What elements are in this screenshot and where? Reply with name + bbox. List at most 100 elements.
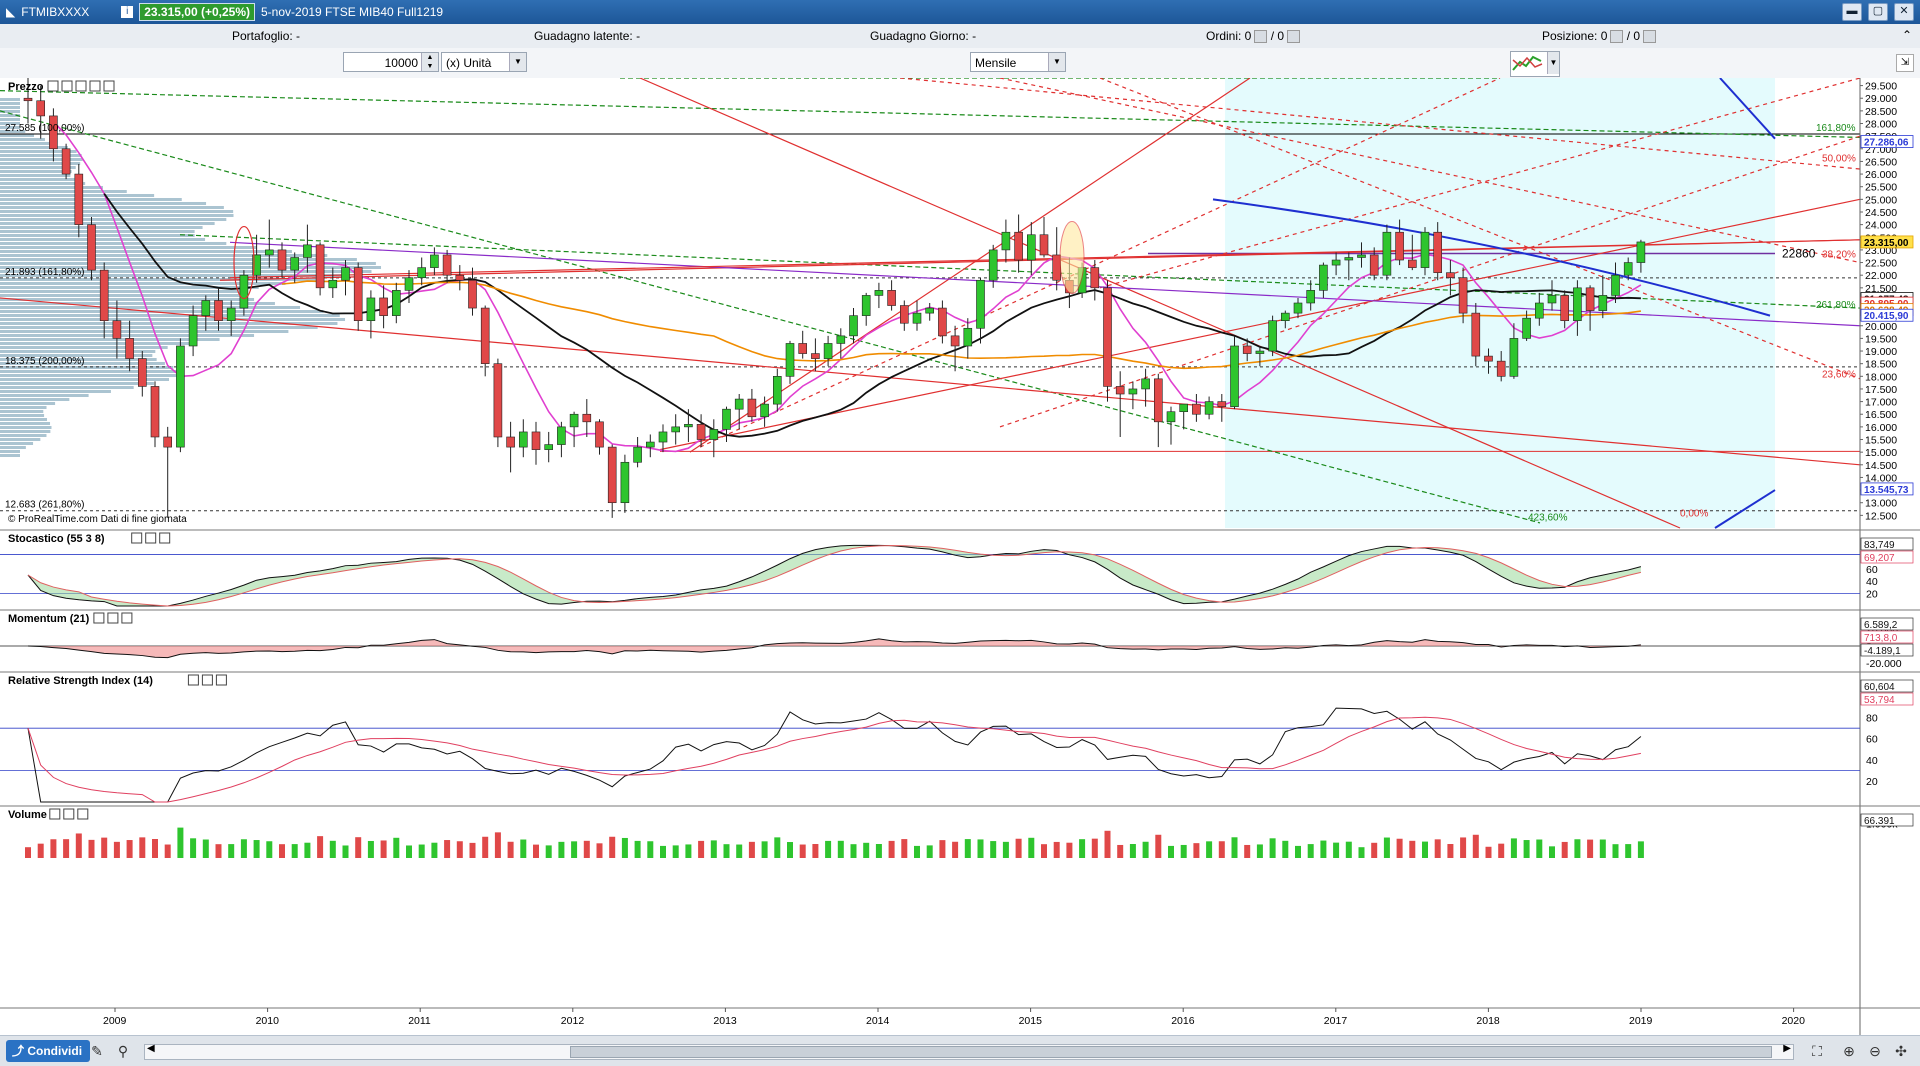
candle-body <box>404 277 414 291</box>
volume-bar <box>1422 841 1428 858</box>
volume-bar <box>139 837 146 858</box>
value-tag-label: 6.589,2 <box>1864 620 1898 631</box>
period-select[interactable]: Mensile ▼ <box>970 52 1066 72</box>
volume-bar <box>406 845 412 858</box>
fib-annotation: 50,00% <box>1822 153 1856 164</box>
quantity-input[interactable]: 10000 ▲ ▼ <box>343 52 439 72</box>
candle-body <box>1547 295 1557 304</box>
volume-bar <box>1041 844 1047 858</box>
volume-profile-bar <box>0 206 224 209</box>
app-menu-icon[interactable]: ◣ <box>6 5 15 19</box>
toolbar-expand-icon[interactable]: ⇲ <box>1896 54 1914 72</box>
value-tag-label: 53,794 <box>1864 695 1895 706</box>
indicator-icon[interactable]: ⚲ <box>114 1042 132 1060</box>
zoom-out-icon[interactable]: ⊖ <box>1866 1042 1884 1060</box>
scroll-left-icon[interactable]: ◀ <box>147 1043 155 1054</box>
candle-body <box>366 297 376 321</box>
volume-bar <box>25 847 31 858</box>
position-detail-icon[interactable] <box>1643 30 1657 44</box>
volume-profile-bar <box>0 302 275 305</box>
volume-profile-bar <box>0 214 234 217</box>
close-icon <box>75 80 87 92</box>
quantity-stepper[interactable]: ▲ ▼ <box>421 53 438 71</box>
volume-bar <box>1383 837 1390 858</box>
reset-view-icon[interactable]: ✣ <box>1892 1042 1910 1060</box>
unit-select[interactable]: (x) Unità ▼ <box>441 52 527 72</box>
wrench-icon <box>93 612 105 624</box>
candle-body <box>1522 317 1531 339</box>
y-tick-label: 28.500 <box>1865 106 1897 118</box>
panel-expand-icon[interactable]: ⌃ <box>1902 28 1912 42</box>
price-chart[interactable]: Prezzo © ProRealTime.com Dati di fine gio… <box>0 77 1920 1035</box>
volume-profile-bar <box>0 202 207 205</box>
candle-body <box>112 320 122 339</box>
orders-close-icon[interactable] <box>1254 30 1268 44</box>
candle-body <box>391 290 401 316</box>
indicator-panel: Relative Strength Index (14)100806040206… <box>0 671 1920 803</box>
volume-profile-bar <box>0 446 26 449</box>
candle-body <box>582 413 592 423</box>
price-panel-title: Prezzo <box>8 81 44 93</box>
volume-bar <box>507 841 514 858</box>
share-button[interactable]: ⤴ Condividi <box>6 1040 91 1062</box>
zoom-in-icon[interactable]: ⊕ <box>1840 1042 1858 1060</box>
x-tick-label: 2012 <box>561 1015 585 1027</box>
maximize-button[interactable]: ▢ <box>1868 3 1888 21</box>
info-icon[interactable]: i <box>121 6 134 18</box>
candle-body <box>74 173 84 225</box>
candle-body <box>455 274 465 281</box>
candle-body <box>1115 386 1125 395</box>
y-tick-label: 15.500 <box>1865 435 1897 447</box>
candle-body <box>1382 231 1392 276</box>
candle-body <box>722 408 731 430</box>
candle-body <box>836 335 846 344</box>
volume-bar <box>50 839 57 858</box>
scroll-right-icon[interactable]: ▶ <box>1783 1043 1791 1054</box>
zoom-area-icon[interactable]: ⛶ <box>1808 1042 1826 1060</box>
volume-bar <box>113 841 120 858</box>
volume-profile-bar <box>0 414 45 417</box>
drawing-tool-icon[interactable]: ✎ <box>88 1042 106 1060</box>
chart-area[interactable]: Prezzo © ProRealTime.com Dati di fine gio… <box>0 77 1920 1035</box>
wrench-icon <box>47 80 59 92</box>
candle-body <box>1281 312 1290 321</box>
candle-body <box>1484 355 1493 362</box>
panel-title: Momentum (21) <box>8 613 90 625</box>
value-tag-label: -4.189,1 <box>1864 646 1901 657</box>
chevron-down-icon: ▼ <box>1048 53 1065 71</box>
time-scrollbar[interactable]: ◀ ▶ <box>144 1043 1794 1060</box>
volume-bar <box>1498 843 1505 858</box>
candle-body <box>150 386 160 438</box>
volume-bar <box>1434 839 1441 858</box>
value-tag-label: 713,8,0 <box>1864 633 1898 644</box>
add-icon <box>89 80 101 92</box>
volume-bar <box>1015 838 1022 858</box>
candle-body <box>1471 312 1481 357</box>
volume-profile-bar <box>0 434 47 437</box>
candle-body <box>849 315 858 337</box>
candle-body <box>1636 241 1646 263</box>
symbol-label[interactable]: FTMIBXXXX <box>21 5 89 19</box>
scrollbar-thumb[interactable] <box>570 1046 1772 1058</box>
volume-profile-bar <box>0 190 127 193</box>
candle-body <box>1331 259 1341 266</box>
volume-profile-bar <box>0 198 182 201</box>
orders-count: Ordini: 0 <box>1206 29 1252 43</box>
volume-bar <box>1549 846 1555 858</box>
volume-bar <box>63 839 70 858</box>
volume-bar <box>1193 843 1200 858</box>
position-close-icon[interactable] <box>1610 30 1624 44</box>
volume-bar <box>101 837 108 858</box>
volume-profile-bar <box>0 102 20 105</box>
orders-detail-icon[interactable] <box>1287 30 1301 44</box>
close-button[interactable]: ✕ <box>1894 3 1914 21</box>
candle-body <box>1001 231 1011 251</box>
quantity-value: 10000 <box>384 56 418 70</box>
candle-body <box>887 290 896 306</box>
candle-body <box>1103 287 1112 387</box>
volume-bar <box>1218 841 1225 858</box>
volume-profile-bar <box>0 314 340 317</box>
volume-profile-bar <box>0 238 206 241</box>
chart-type-button[interactable]: ▼ <box>1510 51 1560 77</box>
minimize-button[interactable]: ▬ <box>1842 3 1862 21</box>
